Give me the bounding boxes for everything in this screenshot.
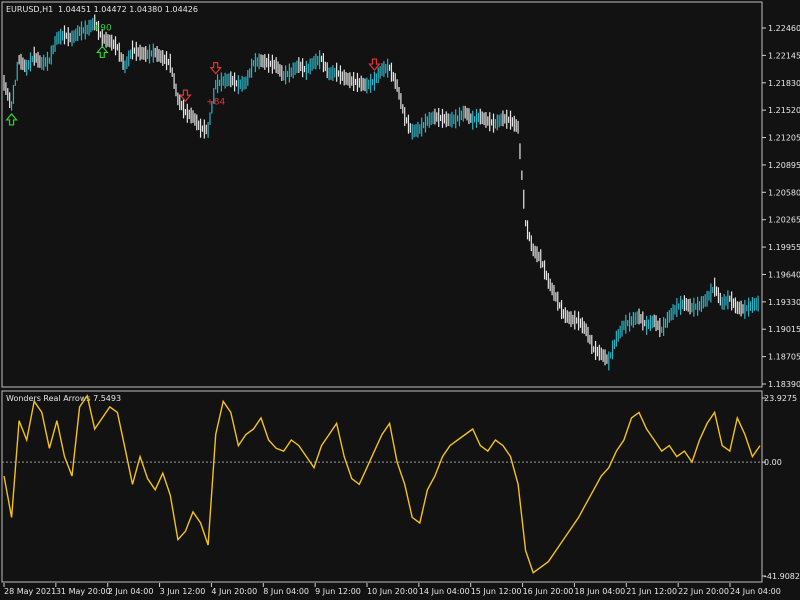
y-tick-label: 1.21205 [768, 134, 800, 143]
indicator-title: Wonders Real Arrows 7.5493 [6, 394, 121, 403]
price-y-axis: 1.22460 1.22145 1.21830 1.21520 1.21205 1.208… [762, 24, 800, 389]
y-tick-label: 1.19330 [768, 298, 800, 307]
y-tick-label: 1.19955 [768, 243, 800, 252]
x-tick-label: 14 Jun 04:00 [419, 587, 470, 596]
x-tick-label: 9 Jun 12:00 [315, 587, 361, 596]
y-tick-label: 1.20265 [768, 216, 800, 225]
x-tick-label: 21 Jun 12:00 [626, 587, 677, 596]
down-arrow-signal [179, 89, 192, 103]
indicator-line [3, 394, 761, 574]
x-tick-label: 24 Jun 04:00 [730, 587, 781, 596]
y-tick-label: 1.21830 [768, 79, 800, 88]
y-tick-label: 0.00 [764, 458, 782, 467]
y-tick-label: 1.22145 [768, 51, 800, 60]
y-tick-label: 1.20895 [768, 161, 800, 170]
chart-window: EURUSD,H1 1.04451 1.04472 1.04380 1.0442… [0, 0, 800, 600]
price-panel: EURUSD,H1 1.04451 1.04472 1.04380 1.0442… [1, 1, 800, 389]
symbol-label: EURUSD,H1 [6, 5, 53, 14]
x-tick-label: 15 Jun 12:00 [471, 587, 522, 596]
up-arrow-signal [5, 113, 18, 126]
x-tick-label: 8 Jun 04:00 [263, 587, 309, 596]
indicator-series [3, 394, 761, 574]
y-tick-label: 1.19640 [768, 270, 800, 279]
x-tick-label: 18 Jun 04:00 [574, 587, 625, 596]
x-tick-label: 10 Jun 20:00 [367, 587, 418, 596]
y-tick-label: 23.9275 [764, 394, 797, 403]
x-tick-label: 28 May 2021 [4, 587, 56, 596]
indicator-y-axis: 23.9275 0.00 -41.9082 [762, 394, 800, 581]
arrow-down-icon [209, 62, 222, 75]
y-tick-label: 1.20580 [768, 188, 800, 197]
time-axis: 28 May 2021 31 May 20:002 Jun 04:00 3 Jun … [3, 583, 781, 596]
y-tick-label: 1.18390 [768, 380, 800, 389]
chart-canvas[interactable]: EURUSD,H1 1.04451 1.04472 1.04380 1.0442… [0, 0, 800, 600]
y-tick-label: 1.21520 [768, 106, 800, 115]
signal-profit-label: +84 [206, 98, 225, 108]
y-tick-label: -41.9082 [764, 572, 800, 581]
x-tick-label: 3 Jun 12:00 [160, 587, 206, 596]
x-tick-label: 16 Jun 20:00 [523, 587, 574, 596]
y-tick-label: 1.18705 [768, 353, 800, 362]
indicator-panel: Wonders Real Arrows 7.5493 23.9275 0.00 -4… [1, 390, 800, 583]
arrow-up-icon [95, 45, 109, 59]
arrow-up-icon [5, 113, 18, 126]
y-tick-label: 1.22460 [768, 24, 800, 33]
signal-profit-label: +90 [93, 23, 112, 33]
price-panel-border [1, 1, 763, 388]
arrow-down-icon [179, 89, 192, 103]
indicator-panel-border [1, 390, 763, 583]
price-series [3, 14, 759, 371]
ohlc-label: 1.04451 1.04472 1.04380 1.04426 [58, 5, 198, 14]
x-tick-label: 22 Jun 20:00 [678, 587, 729, 596]
x-tick-label: 4 Jun 20:00 [211, 587, 257, 596]
x-tick-label: 31 May 20:00 [56, 587, 111, 596]
x-tick-label: 2 Jun 04:00 [108, 587, 154, 596]
y-tick-label: 1.19015 [768, 325, 800, 334]
